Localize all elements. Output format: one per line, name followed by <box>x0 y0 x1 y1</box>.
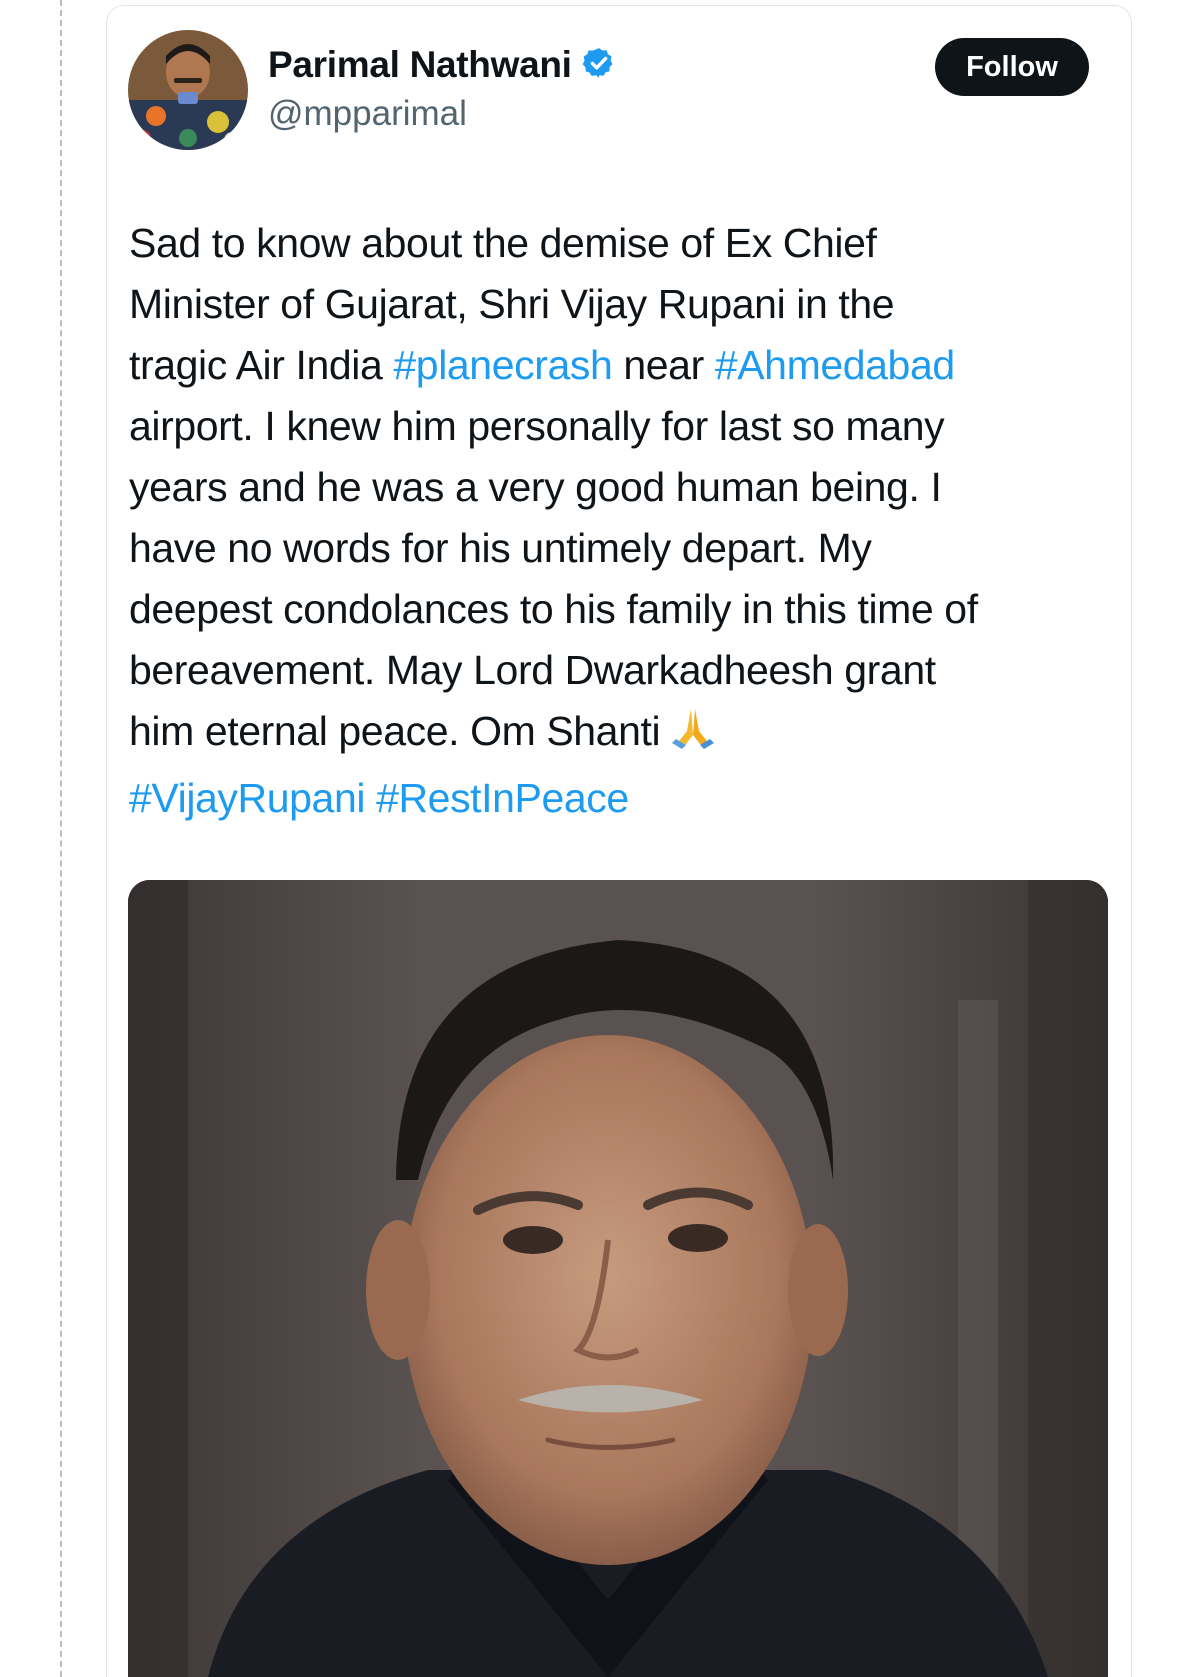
tweet-text-segment: airport. I knew him personally for last … <box>129 403 945 449</box>
tweet-text-line: Minister of Gujarat, Shri Vijay Rupani i… <box>129 274 1119 335</box>
tweet-text-segment: Sad to know about the demise of Ex Chief <box>129 220 877 266</box>
verified-badge-icon <box>582 46 616 85</box>
tweet-text-segment: Minister of Gujarat, Shri Vijay Rupani i… <box>129 281 895 327</box>
tweet-text-segment: him eternal peace. Om Shanti <box>129 708 661 754</box>
tweet-text-line: years and he was a very good human being… <box>129 457 1119 518</box>
gutter-dashed-line <box>60 0 62 1677</box>
author-name[interactable]: Parimal Nathwani <box>268 44 572 86</box>
tweet-photo[interactable] <box>128 880 1108 1677</box>
avatar[interactable] <box>128 30 248 150</box>
author-row: Parimal Nathwani <box>268 44 616 86</box>
tweet-text-segment: years and he was a very good human being… <box>129 464 942 510</box>
tweet-text-segment <box>365 775 376 821</box>
tweet-text-segment: bereavement. May Lord Dwarkadheesh grant <box>129 647 936 693</box>
tweet-text: Sad to know about the demise of Ex Chief… <box>129 213 1119 829</box>
tweet-text-line: bereavement. May Lord Dwarkadheesh grant <box>129 640 1119 701</box>
tweet-text-line: deepest condolances to his family in thi… <box>129 579 1119 640</box>
tweet-text-segment: deepest condolances to his family in thi… <box>129 586 978 632</box>
tweet-text-segment: tragic Air India <box>129 342 394 388</box>
tweet-text-line: Sad to know about the demise of Ex Chief <box>129 213 1119 274</box>
follow-button[interactable]: Follow <box>935 38 1089 96</box>
tweet-text-line: tragic Air India #planecrash near #Ahmed… <box>129 335 1119 396</box>
tweet-text-line: have no words for his untimely depart. M… <box>129 518 1119 579</box>
hashtag-link[interactable]: #Ahmedabad <box>715 342 955 388</box>
tweet-text-segment: near <box>612 342 715 388</box>
tweet-text-line: him eternal peace. Om Shanti <box>129 701 1119 768</box>
tweet-text-line: airport. I knew him personally for last … <box>129 396 1119 457</box>
tweet-text-line: #VijayRupani #RestInPeace <box>129 768 1119 829</box>
hashtag-link[interactable]: #VijayRupani <box>129 775 365 821</box>
hashtag-link[interactable]: #RestInPeace <box>376 775 629 821</box>
author-handle[interactable]: @mpparimal <box>268 94 467 134</box>
folded-hands-emoji <box>668 705 718 768</box>
tweet-text-segment: have no words for his untimely depart. M… <box>129 525 872 571</box>
hashtag-link[interactable]: #planecrash <box>393 342 612 388</box>
page: Parimal Nathwani @mpparimal Follow Sad t… <box>0 0 1179 1677</box>
